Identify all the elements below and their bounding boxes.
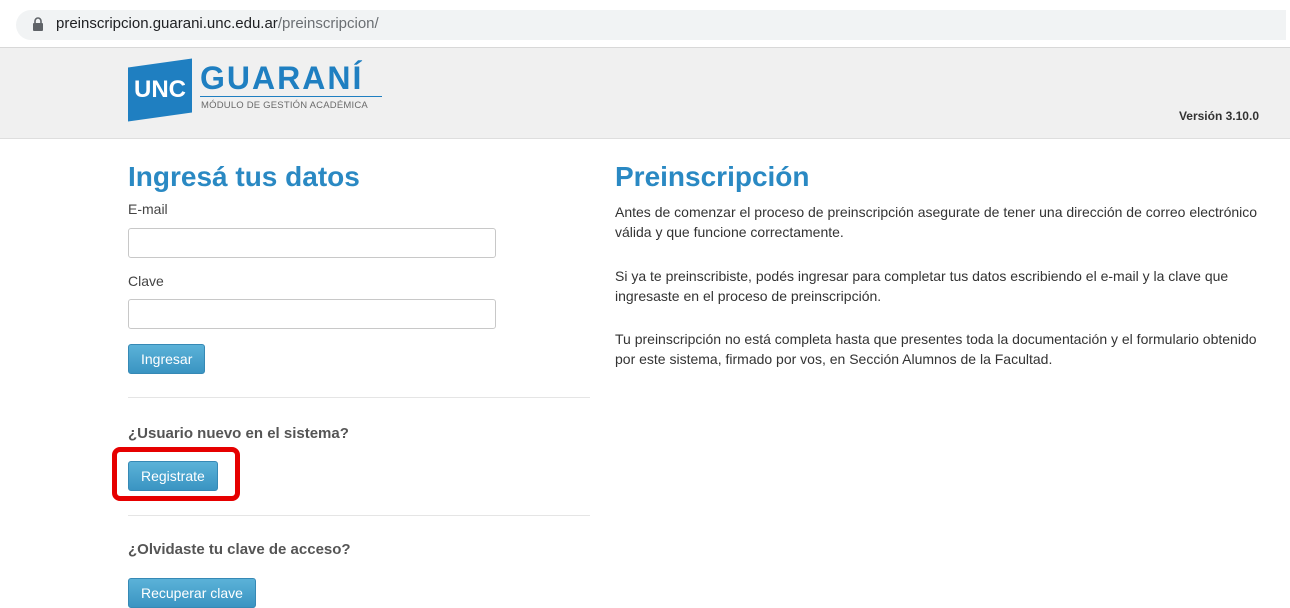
divider [128,397,590,398]
password-field[interactable] [128,299,496,329]
logo-guarani-text: GUARANÍ [200,60,364,96]
logo-underline [200,96,382,97]
info-paragraph: Si ya te preinscribiste, podés ingresar … [615,268,1229,304]
new-user-question: ¿Usuario nuevo en el sistema? [128,425,349,442]
login-title: Ingresá tus datos [128,161,360,192]
url-host: preinscripcion.guarani.unc.edu.ar [56,15,278,32]
register-highlight-box [112,447,240,501]
email-label: E-mail [128,201,168,217]
password-label: Clave [128,273,164,289]
email-field[interactable] [128,228,496,258]
divider [128,515,590,516]
logo-unc-text: UNC [134,76,186,103]
logo-subtitle: MÓDULO DE GESTIÓN ACADÉMICA [201,100,368,111]
forgot-password-question: ¿Olvidaste tu clave de acceso? [128,541,351,558]
url-text[interactable]: preinscripcion.guarani.unc.edu.ar/preins… [56,15,379,32]
recover-password-button[interactable]: Recuperar clave [128,578,256,608]
page-header [0,47,1290,139]
version-label: Versión 3.10.0 [1178,109,1259,123]
info-paragraph: Tu preinscripción no está completa hasta… [615,331,1257,367]
lock-icon[interactable] [32,17,44,31]
browser-address-bar: preinscripcion.guarani.unc.edu.ar/preins… [0,0,1290,46]
info-paragraph: Antes de comenzar el proceso de preinscr… [615,204,1258,240]
url-path: /preinscripcion/ [277,15,379,32]
login-button[interactable]: Ingresar [128,344,206,374]
preinscription-title: Preinscripción [615,161,810,192]
